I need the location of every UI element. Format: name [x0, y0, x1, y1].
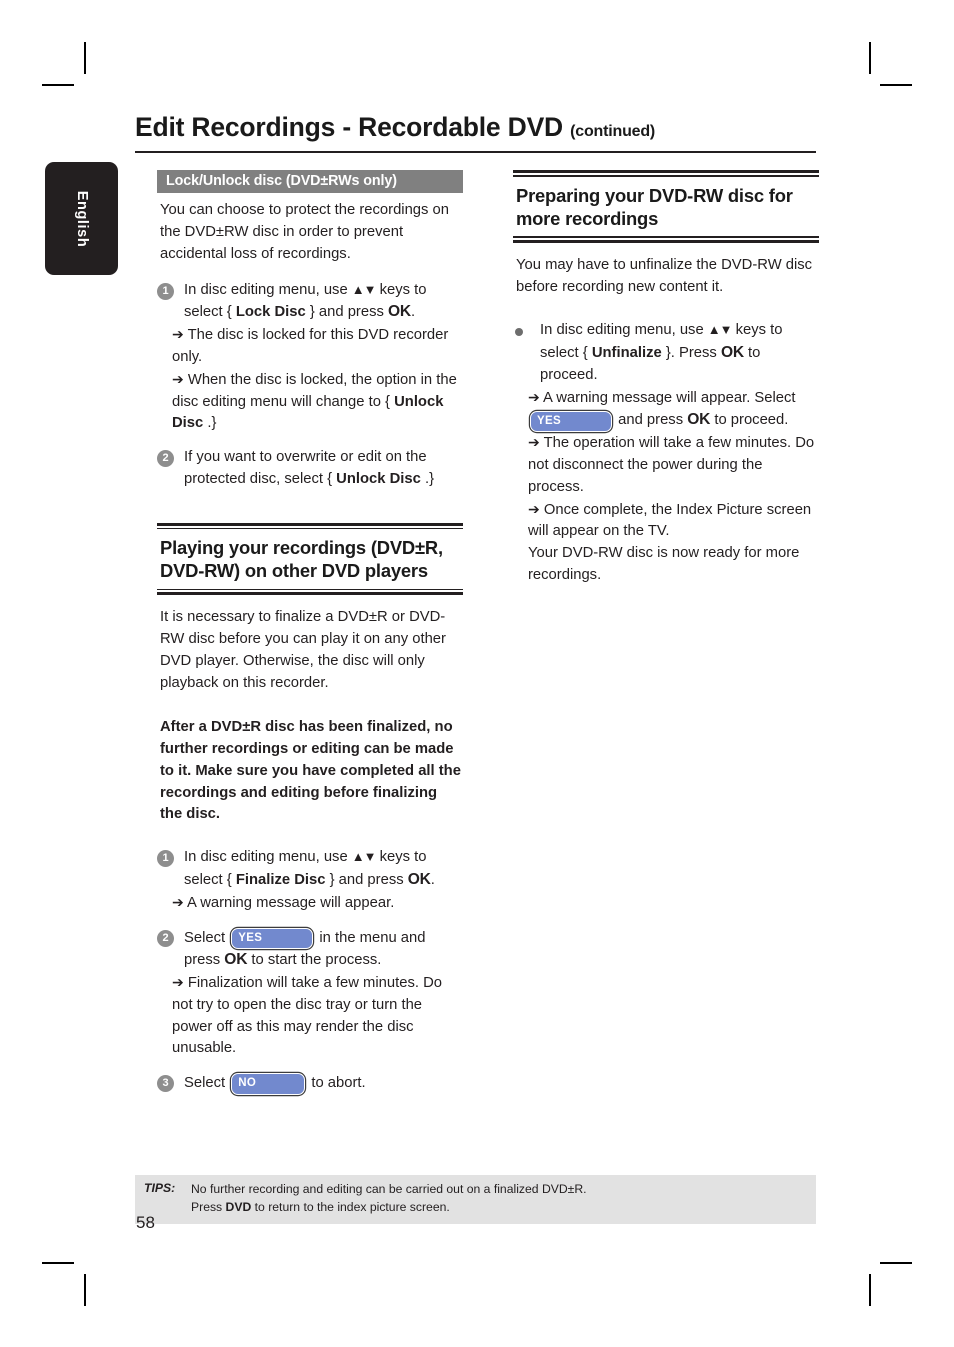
step-number: 3 — [157, 1075, 174, 1093]
section-heading-playing-recordings: Playing your recordings (DVD±R, DVD-RW) … — [157, 522, 463, 596]
yes-button[interactable]: YES — [530, 410, 612, 433]
crop-mark-top-right-horizontal — [880, 84, 912, 86]
crop-mark-bottom-right-vertical — [869, 1274, 871, 1306]
arrow-icon: ➔ — [172, 893, 184, 910]
step-text: } and press — [325, 871, 408, 888]
step-subtext: A warning message will appear. — [187, 894, 395, 911]
list-item: 3 Select NO to abort. — [157, 1072, 463, 1095]
tips-label: TIPS: — [144, 1181, 176, 1195]
menu-option-label: Unlock Disc — [336, 470, 421, 487]
right-column: Preparing your DVD-RW disc for more reco… — [513, 170, 819, 599]
section-bar-lock-unlock: Lock/Unlock disc (DVD±RWs only) — [157, 170, 463, 194]
title-divider — [135, 151, 816, 153]
arrow-icon: ➔ — [528, 500, 540, 517]
crop-mark-bottom-right-horizontal — [880, 1262, 912, 1264]
arrow-icon: ➔ — [528, 434, 540, 451]
menu-option-label: Finalize Disc — [235, 871, 326, 888]
up-down-keys-icon: ▲▼ — [351, 849, 377, 865]
up-down-keys-icon: ▲▼ — [707, 322, 733, 338]
heading-rule-bottom-thin — [157, 588, 463, 591]
up-down-keys-icon: ▲▼ — [351, 281, 377, 297]
tips-line-2: Press DVD to return to the index picture… — [191, 1199, 587, 1217]
section-heading-preparing-dvdrw: Preparing your DVD-RW disc for more reco… — [513, 170, 819, 243]
left-column: Lock/Unlock disc (DVD±RWs only) You can … — [157, 170, 463, 1107]
ok-key-label: OK — [388, 303, 411, 321]
menu-option-label: Unfinalize — [591, 345, 662, 361]
tips-line-2-post: to return to the index picture screen. — [251, 1199, 450, 1214]
crop-mark-top-left-horizontal — [42, 84, 74, 86]
step-text: Select — [184, 929, 230, 946]
list-item: 1 In disc editing menu, use ▲▼ keys to s… — [157, 280, 463, 435]
tips-box: TIPS: No further recording and editing c… — [135, 1175, 816, 1225]
finalize-warning-text: After a DVD±R disc has been finalized, n… — [160, 719, 461, 823]
step-text: } and press — [305, 304, 388, 321]
ok-key-label: OK — [687, 411, 711, 429]
page-title-main: Edit Recordings - Recordable DVD — [135, 112, 563, 142]
page-title-suffix: (continued) — [570, 123, 656, 140]
arrow-icon: ➔ — [172, 974, 184, 991]
step-number: 1 — [157, 850, 174, 868]
arrow-icon: ➔ — [528, 388, 540, 405]
section-heading-text: Playing your recordings (DVD±R, DVD-RW) … — [160, 537, 443, 582]
step-subtext: Once complete, the Index Picture screen … — [528, 501, 812, 540]
list-item: 2 If you want to overwrite or edit on th… — [157, 447, 463, 491]
step-text: . — [430, 871, 435, 888]
tips-line-1: No further recording and editing can be … — [191, 1182, 587, 1196]
arrow-icon: ➔ — [172, 370, 184, 387]
step-text: In disc editing menu, use — [184, 849, 352, 866]
step-subtext: and press — [614, 412, 688, 429]
menu-option-label: Lock Disc — [235, 304, 306, 321]
page-number: 58 — [136, 1213, 155, 1232]
step-subtext: .} — [203, 415, 217, 432]
crop-mark-bottom-left-vertical — [84, 1274, 86, 1306]
language-tab: English — [45, 162, 118, 275]
preparing-intro: You may have to unfinalize the DVD-RW di… — [516, 256, 813, 295]
step-text: .} — [420, 470, 435, 487]
step-text: In disc editing menu, use — [540, 322, 708, 339]
crop-mark-bottom-left-horizontal — [42, 1262, 74, 1264]
step-subtext: The operation will take a few minutes. D… — [528, 435, 815, 495]
playing-recordings-intro: It is necessary to finalize a DVD±R or D… — [160, 609, 446, 691]
heading-rule-bottom-thick — [513, 239, 819, 243]
step-subtext: Finalization will take a few minutes. Do… — [172, 975, 442, 1057]
language-tab-label: English — [73, 190, 90, 247]
step-text: }. Press — [661, 345, 721, 361]
step-text: . — [411, 304, 416, 321]
crop-mark-top-left-vertical — [84, 42, 86, 74]
step-subtext: to proceed. — [710, 412, 789, 429]
step-text: In disc editing menu, use — [184, 281, 352, 298]
step-subtext: A warning message will appear. Select — [543, 389, 796, 406]
step-tail-text: Your DVD-RW disc is now ready for more r… — [528, 545, 800, 583]
heading-rule-bottom-thick — [157, 592, 463, 596]
no-button[interactable]: NO — [231, 1073, 306, 1095]
list-item: 1 In disc editing menu, use ▲▼ keys to s… — [157, 847, 463, 914]
step-subtext: The disc is locked for this DVD recorder… — [172, 327, 449, 366]
bullet-icon — [515, 328, 523, 337]
ok-key-label: OK — [224, 951, 248, 969]
section-heading-text: Preparing your DVD-RW disc for more reco… — [516, 184, 793, 229]
step-text: to start the process. — [247, 952, 382, 969]
step-text: Select — [184, 1074, 230, 1091]
ok-key-label: OK — [720, 344, 744, 361]
tips-line-2-pre: Press — [191, 1199, 226, 1214]
yes-button[interactable]: YES — [231, 927, 314, 950]
lock-unlock-intro: You can choose to protect the recordings… — [160, 202, 450, 262]
heading-rule-top-thick — [157, 522, 463, 526]
dvd-key-label: DVD — [225, 1199, 252, 1214]
step-number: 1 — [157, 282, 174, 300]
list-item: In disc editing menu, use ▲▼ keys to sel… — [513, 320, 819, 586]
ok-key-label: OK — [407, 870, 431, 888]
arrow-icon: ➔ — [172, 326, 184, 343]
page-title: Edit Recordings - Recordable DVD (contin… — [135, 112, 816, 143]
crop-mark-top-right-vertical — [869, 42, 871, 74]
step-number: 2 — [157, 929, 174, 947]
heading-rule-top-thick — [513, 170, 819, 173]
manual-page: English Edit Recordings - Recordable DVD… — [0, 0, 954, 1347]
step-number: 2 — [157, 450, 174, 468]
heading-rule-bottom-thin — [513, 236, 819, 238]
list-item: 2 Select YES in the menu and press OK to… — [157, 927, 463, 1061]
step-text: to abort. — [307, 1074, 366, 1091]
